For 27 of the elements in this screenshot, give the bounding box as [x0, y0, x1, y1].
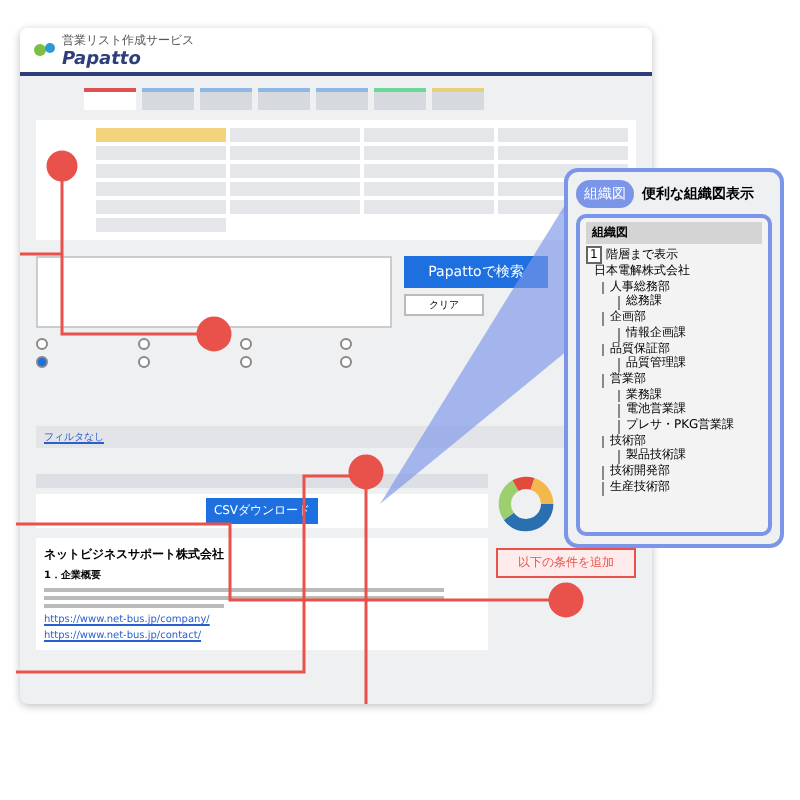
category-tile[interactable] [96, 200, 226, 214]
category-tile[interactable] [364, 200, 494, 214]
category-tile[interactable] [96, 164, 226, 178]
category-tile[interactable] [364, 146, 494, 160]
category-tab[interactable] [84, 88, 136, 110]
category-tile[interactable] [498, 128, 628, 142]
category-tile[interactable] [96, 128, 226, 142]
category-tile[interactable] [96, 182, 226, 196]
logo-icon [32, 40, 56, 60]
logo-text: Papatto [62, 49, 143, 69]
category-tile[interactable] [498, 146, 628, 160]
category-tile[interactable] [230, 164, 360, 178]
annotation-marker [46, 150, 78, 182]
category-tile[interactable] [364, 128, 494, 142]
category-tile[interactable] [364, 182, 494, 196]
keyword-field[interactable] [36, 256, 392, 328]
annotation-marker [548, 582, 584, 618]
annotation-marker [348, 454, 384, 490]
category-tile[interactable] [230, 182, 360, 196]
donut-chart-drawing [496, 474, 556, 534]
annotation-marker [196, 316, 232, 352]
category-tile[interactable] [230, 146, 360, 160]
category-tile[interactable] [96, 218, 226, 232]
category-tile[interactable] [364, 164, 494, 178]
category-tile[interactable] [230, 200, 360, 214]
category-tile[interactable] [96, 146, 226, 160]
category-tile[interactable] [230, 128, 360, 142]
